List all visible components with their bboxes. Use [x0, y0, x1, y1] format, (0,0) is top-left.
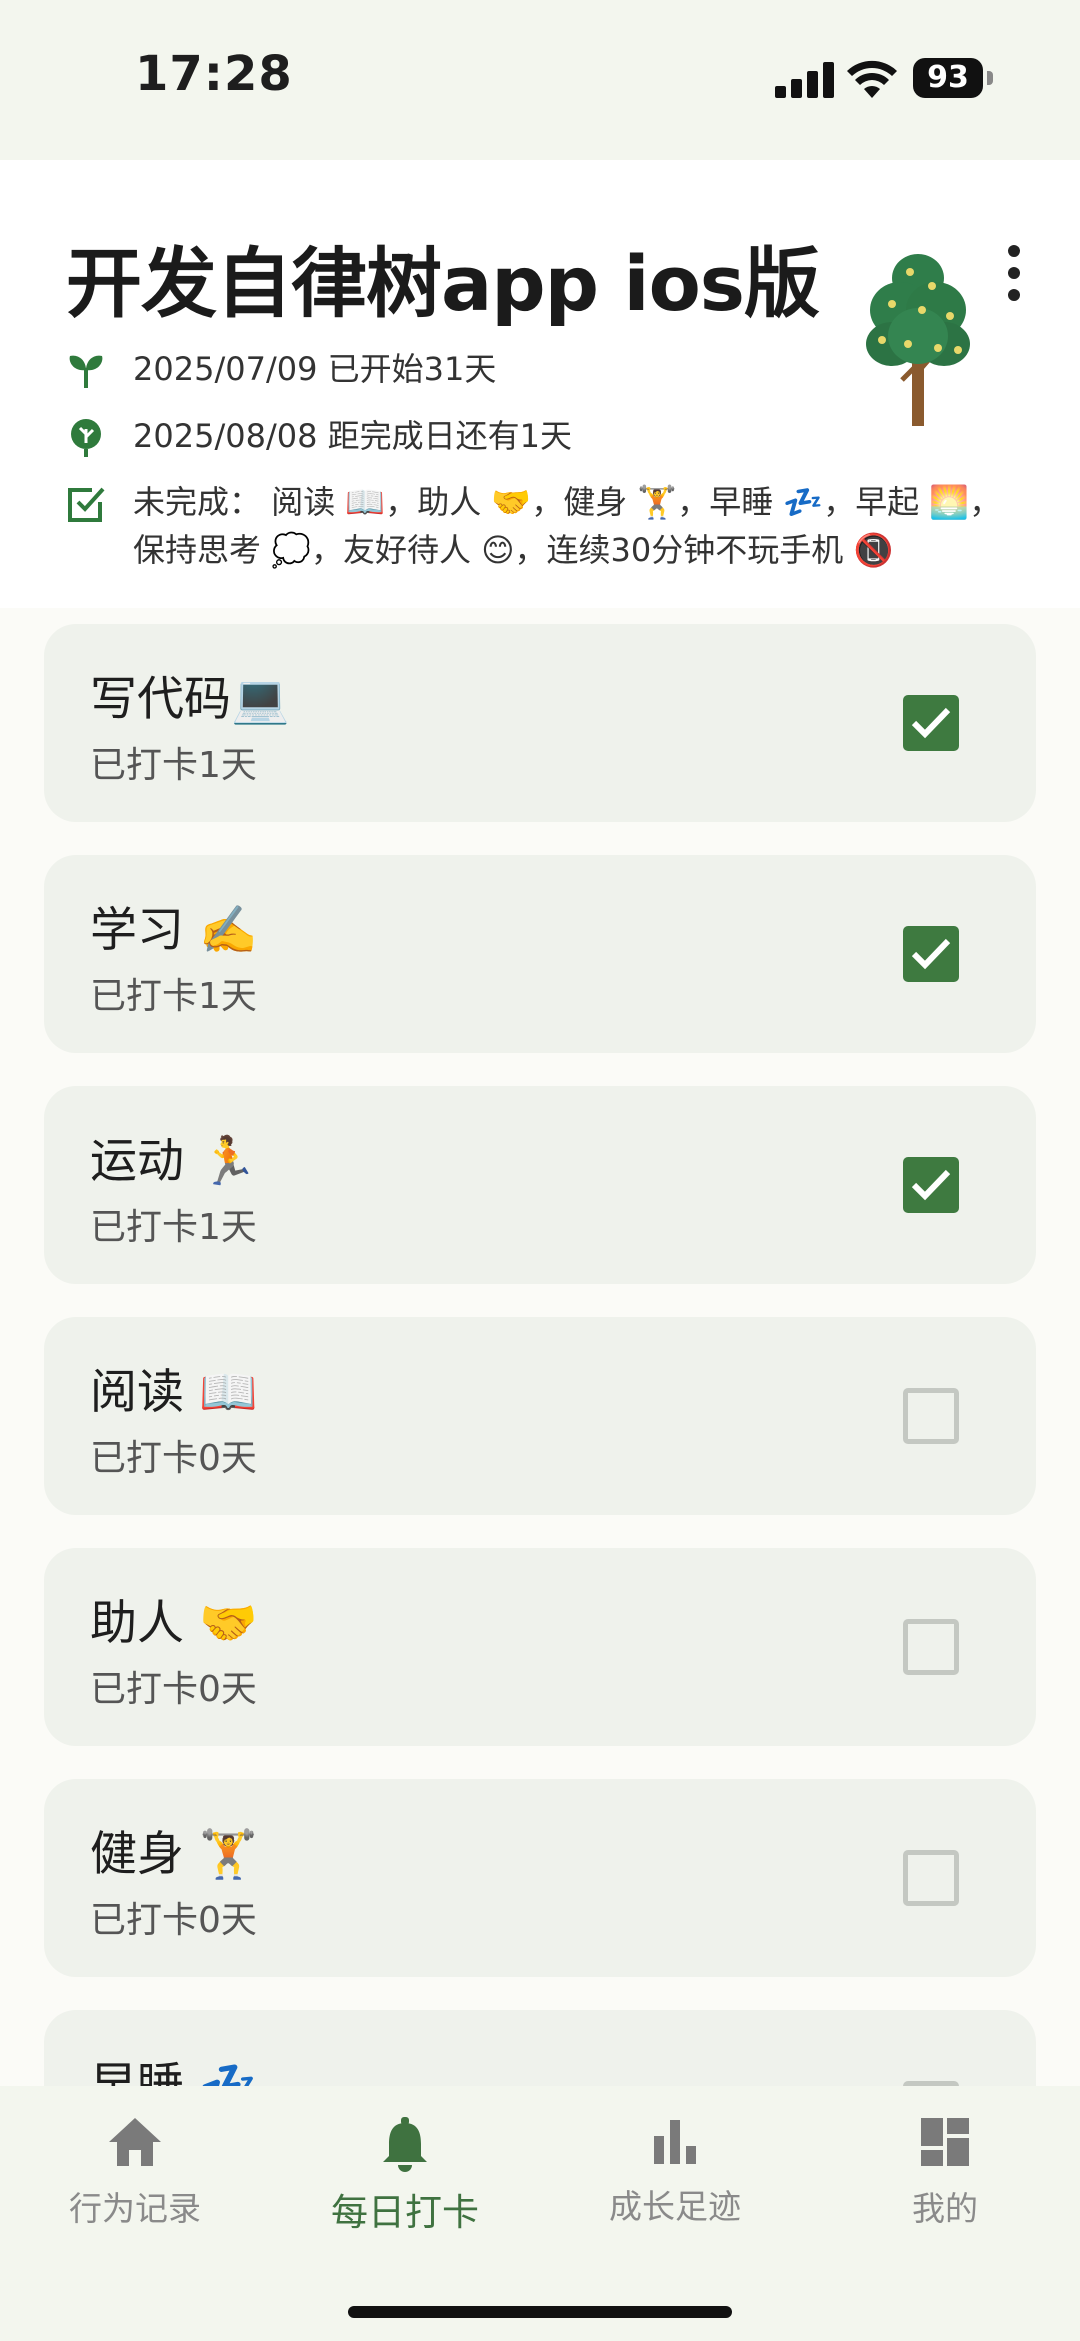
incomplete-items: 阅读 📖，助人 🤝，健身 🏋️，早睡 💤，早起 🌅，保持思考 💭，友好待人 😊，… [133, 483, 1002, 569]
habit-card[interactable]: 学习 ✍️ 已打卡1天 [44, 855, 1036, 1053]
end-date-text: 2025/08/08 距完成日还有1天 [133, 417, 572, 455]
battery-icon: 93 [913, 58, 983, 98]
tree-icon [866, 254, 970, 426]
home-icon [109, 2118, 161, 2166]
nav-item-growth[interactable]: 成长足迹 [540, 2116, 810, 2246]
habit-card[interactable]: 写代码💻 已打卡1天 [44, 624, 1036, 822]
habit-name: 写代码💻 [90, 672, 290, 727]
sprout-icon [69, 355, 103, 388]
habit-card[interactable]: 运动 🏃 已打卡1天 [44, 1086, 1036, 1284]
habit-name: 阅读 📖 [90, 1365, 258, 1420]
habit-name: 早睡 💤 [90, 2058, 258, 2086]
nav-label: 行为记录 [69, 2189, 201, 2228]
habit-days: 已打卡0天 [90, 1669, 257, 1710]
habit-checkbox[interactable] [903, 1157, 959, 1213]
habit-name: 健身 🏋️ [90, 1827, 258, 1882]
habit-checkbox[interactable] [903, 695, 959, 751]
bar-chart-icon [654, 2120, 696, 2164]
nav-item-daily-checkin[interactable]: 每日打卡 [270, 2116, 540, 2246]
habit-name: 助人 🤝 [90, 1596, 258, 1651]
start-date-text: 2025/07/09 已开始31天 [133, 350, 497, 388]
home-indicator[interactable] [348, 2306, 732, 2318]
habit-checkbox[interactable] [903, 1850, 959, 1906]
nav-label: 每日打卡 [331, 2191, 479, 2234]
leaf-pin-icon [71, 419, 101, 457]
habit-days: 已打卡1天 [90, 1207, 257, 1248]
habit-card[interactable]: 阅读 📖 已打卡0天 [44, 1317, 1036, 1515]
status-time: 17:28 [135, 46, 293, 102]
bell-icon [383, 2117, 427, 2172]
goal-header: 开发自律树app ios版 2025/07/09 已开始31天 2025/08/… [0, 160, 1080, 608]
habit-days: 已打卡0天 [90, 1438, 257, 1479]
battery-tip [987, 71, 993, 85]
habit-name: 学习 ✍️ [90, 903, 258, 958]
habit-days: 已打卡1天 [90, 745, 257, 786]
habit-card[interactable]: 早睡 💤 [44, 2010, 1036, 2086]
nav-item-me[interactable]: 我的 [810, 2116, 1080, 2246]
habit-list[interactable]: 写代码💻 已打卡1天 学习 ✍️ 已打卡1天 运动 🏃 已打卡1天 阅读 📖 已… [0, 608, 1080, 2086]
wifi-icon [847, 60, 897, 98]
nav-label: 成长足迹 [609, 2187, 741, 2226]
check-icon [911, 938, 951, 970]
habit-days: 已打卡0天 [90, 1900, 257, 1941]
habit-checkbox[interactable] [903, 1388, 959, 1444]
nav-item-behavior-log[interactable]: 行为记录 [0, 2116, 270, 2246]
nav-label: 我的 [912, 2189, 978, 2228]
habit-name: 运动 🏃 [90, 1134, 258, 1189]
more-options-icon[interactable] [1000, 245, 1028, 305]
habit-checkbox[interactable] [903, 926, 959, 982]
incomplete-label: 未完成： [133, 483, 262, 521]
habit-card[interactable]: 健身 🏋️ 已打卡0天 [44, 1779, 1036, 1977]
status-bar: 17:28 93 [0, 0, 1080, 160]
cellular-signal-icon [775, 62, 837, 98]
habit-card[interactable]: 助人 🤝 已打卡0天 [44, 1548, 1036, 1746]
bottom-nav: 行为记录 每日打卡 成长足迹 我的 [0, 2086, 1080, 2341]
dashboard-icon [921, 2118, 969, 2166]
habit-days: 已打卡1天 [90, 976, 257, 1017]
habit-checkbox[interactable] [903, 1619, 959, 1675]
check-icon [911, 707, 951, 739]
check-icon [911, 1169, 951, 1201]
page-title: 开发自律树app ios版 [66, 239, 820, 328]
checkbox-outline-icon [68, 487, 105, 522]
